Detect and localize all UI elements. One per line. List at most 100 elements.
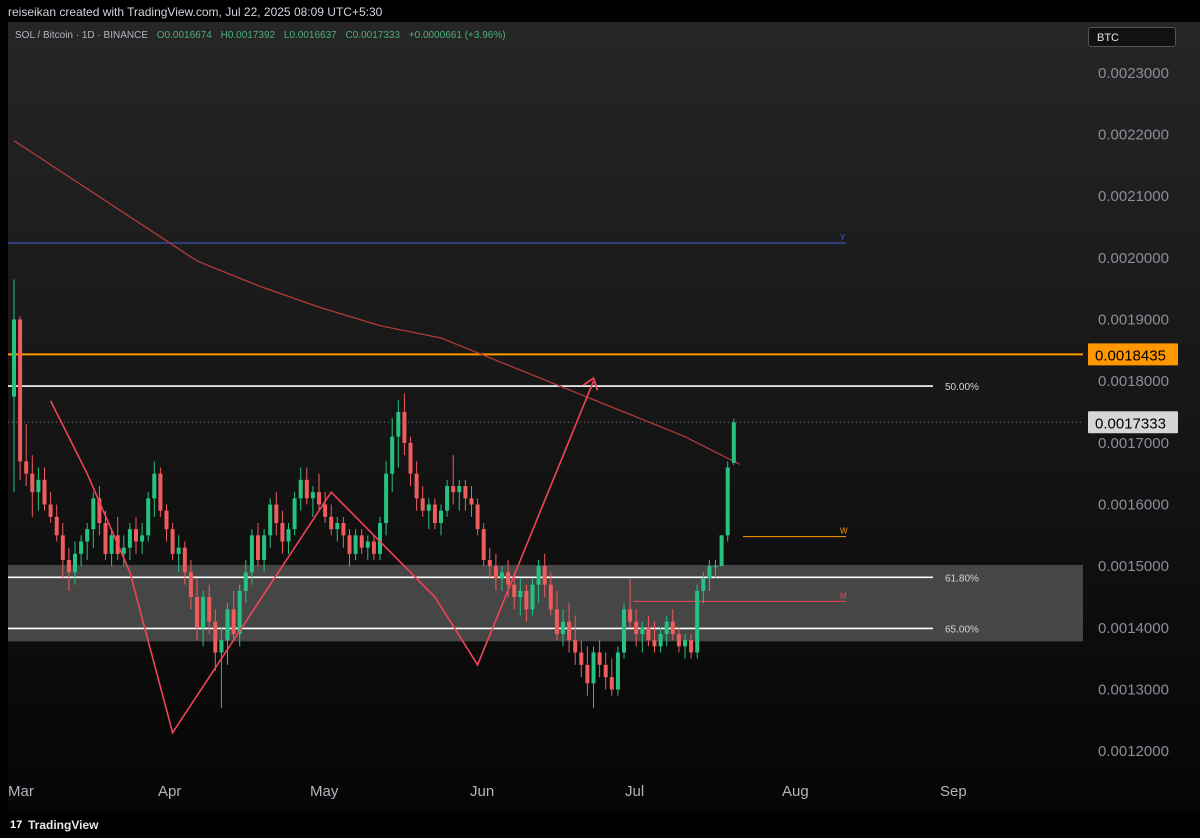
candle-body (561, 621, 565, 634)
current-price-badge-label: 0.0017333 (1095, 415, 1166, 432)
level-label-y: Y (840, 233, 846, 242)
candle-body (518, 590, 523, 597)
x-tick-label: Sep (940, 783, 967, 800)
candle-body (286, 529, 291, 542)
footer-bar: 17 TradingView (0, 812, 1200, 838)
candle-body (310, 492, 315, 499)
candle-body (573, 640, 578, 653)
currency-badge[interactable]: BTC (1088, 27, 1176, 47)
candle-body (201, 597, 206, 628)
candle-body (359, 535, 364, 548)
candle-body (420, 498, 425, 511)
x-tick-label: May (310, 783, 339, 800)
candle-body (622, 609, 626, 653)
fib-label: 50.00% (945, 382, 979, 393)
fib-label: 65.00% (945, 624, 979, 635)
y-tick-label: 0.0021000 (1098, 188, 1169, 205)
candle-body (640, 627, 645, 634)
candle-body (292, 498, 297, 530)
candle-body (30, 473, 35, 493)
candle-body (597, 652, 602, 665)
candle-body (54, 516, 59, 536)
candle-body (79, 541, 84, 554)
candle-body (146, 498, 151, 536)
y-tick-label: 0.0019000 (1098, 312, 1169, 329)
candle-body (701, 578, 706, 591)
candle-body (152, 473, 157, 499)
candle-body (634, 621, 639, 634)
candle-body (60, 535, 65, 560)
ohlc-open: O0.0016674 (156, 30, 212, 41)
candle-body (493, 566, 498, 579)
level-label-m: M (840, 591, 847, 600)
candle-body (66, 560, 71, 573)
symbol-label: SOL / Bitcoin · 1D · BINANCE (15, 30, 148, 41)
y-tick-label: 0.0023000 (1098, 65, 1169, 82)
x-tick-label: Apr (158, 783, 181, 800)
candle-body (121, 547, 126, 554)
candle-body (225, 609, 230, 641)
candle-body (249, 535, 254, 573)
candle-body (719, 535, 724, 567)
attribution-text: reiseikan created with TradingView.com, … (8, 5, 383, 19)
candle-body (384, 473, 389, 523)
candle-body (42, 479, 47, 505)
candle-body (347, 535, 352, 554)
candle-body (329, 516, 334, 530)
y-tick-label: 0.0013000 (1098, 682, 1169, 699)
plot-background (8, 22, 1200, 812)
candle-body (48, 504, 53, 517)
candle-body (585, 664, 590, 684)
candle-body (371, 541, 376, 554)
price-chart[interactable]: Y W M 50.00% 61.80% 65.00% 0.0012000 0.0013000 0… (8, 22, 1200, 812)
ohlc-close: C0.0017333 (345, 30, 401, 41)
candle-body (262, 535, 267, 560)
x-tick-label: Mar (8, 783, 34, 800)
candle-body (646, 627, 651, 641)
candle-body (609, 677, 614, 690)
candle-body (676, 634, 681, 647)
candle-body (500, 572, 504, 579)
candle-body (378, 523, 382, 554)
candle-body (365, 541, 370, 548)
ohlc-low: L0.0016637 (283, 30, 337, 41)
candle-body (12, 319, 16, 397)
candle-body (689, 640, 694, 653)
candle-body (548, 584, 553, 610)
candle-body (73, 553, 77, 573)
candle-body (134, 529, 138, 542)
candle-body (506, 572, 511, 585)
candle-body (670, 621, 675, 634)
y-tick-label: 0.0022000 (1098, 127, 1169, 144)
candle-body (457, 486, 462, 493)
candle-body (567, 621, 572, 641)
candle-body (127, 529, 132, 548)
attribution-bar: reiseikan created with TradingView.com, … (0, 0, 1200, 22)
candle-body (341, 523, 346, 536)
resistance-price-badge-label: 0.0018435 (1095, 347, 1166, 364)
candle-body (731, 422, 736, 463)
y-tick-label: 0.0015000 (1098, 558, 1169, 575)
candle-body (469, 498, 474, 505)
candle-body (487, 560, 492, 567)
candle-body (213, 621, 218, 653)
candle-body (536, 566, 541, 585)
y-tick-label: 0.0012000 (1098, 743, 1169, 760)
candle-body (725, 467, 730, 536)
candle-body (304, 479, 309, 499)
x-tick-label: Jun (470, 783, 494, 800)
candle-body (207, 597, 212, 622)
candle-body (353, 535, 358, 554)
ohlc-high: H0.0017392 (220, 30, 276, 41)
candle-body (36, 479, 41, 493)
candle-body (170, 529, 175, 554)
candle-body (713, 566, 718, 568)
candle-body (323, 504, 328, 517)
candle-body (24, 461, 29, 474)
candle-body (542, 566, 547, 585)
candle-body (408, 442, 413, 474)
candle-body (628, 609, 633, 622)
chart-area[interactable]: Y W M 50.00% 61.80% 65.00% 0.0012000 0.0013000 0… (8, 22, 1200, 812)
candle-body (335, 523, 340, 530)
x-tick-label: Aug (782, 783, 809, 800)
